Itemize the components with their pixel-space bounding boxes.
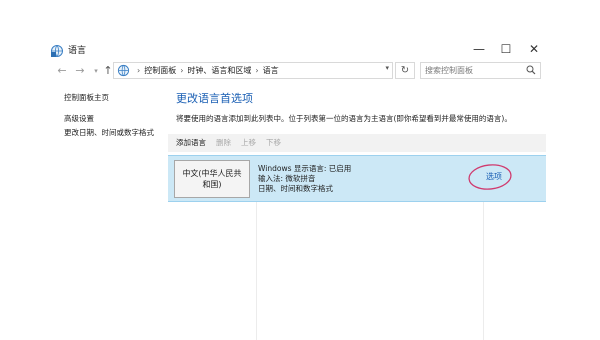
- move-down-button[interactable]: 下移: [266, 137, 281, 149]
- breadcrumb-control-panel[interactable]: 控制面板: [144, 65, 176, 76]
- page-title: 更改语言首选项: [176, 92, 253, 105]
- display-language-status: Windows 显示语言: 已启用: [258, 164, 352, 173]
- breadcrumb-separator: ›: [180, 66, 184, 75]
- back-arrow-icon[interactable]: ←: [54, 64, 70, 78]
- language-globe-icon: [51, 45, 63, 57]
- search-icon[interactable]: [526, 65, 536, 75]
- search-placeholder: 搜索控制面板: [425, 66, 473, 75]
- maximize-button[interactable]: ☐: [492, 38, 520, 60]
- language-toolbar: 添加语言 删除 上移 下移: [168, 134, 546, 152]
- control-panel-icon: [117, 64, 130, 77]
- minimize-button[interactable]: —: [465, 38, 493, 60]
- language-list-item[interactable]: 中文(中华人民共和国) Windows 显示语言: 已启用 输入法: 微软拼音 …: [168, 155, 546, 202]
- refresh-button[interactable]: ↻: [395, 62, 415, 79]
- forward-arrow-icon[interactable]: →: [72, 64, 88, 78]
- close-button[interactable]: ✕: [520, 38, 548, 60]
- language-details: Windows 显示语言: 已启用 输入法: 微软拼音 日期、时间和数字格式: [258, 164, 351, 194]
- breadcrumb-separator: ›: [255, 66, 259, 75]
- search-input[interactable]: 搜索控制面板: [420, 62, 541, 79]
- add-language-button[interactable]: 添加语言: [176, 137, 206, 149]
- options-link[interactable]: 选项: [486, 171, 502, 182]
- language-name: 中文(中华人民共和国): [174, 160, 250, 198]
- sidebar-item-advanced-settings[interactable]: 高级设置: [64, 113, 94, 124]
- breadcrumb-language[interactable]: 语言: [263, 65, 279, 76]
- address-bar[interactable]: › 控制面板 › 时钟、语言和区域 › 语言 ▾: [113, 62, 393, 79]
- input-method: 输入法: 微软拼音: [258, 174, 316, 183]
- window-title: 语言: [68, 46, 87, 56]
- column-divider: [256, 202, 257, 340]
- column-divider: [483, 202, 484, 340]
- breadcrumb-separator: ›: [137, 66, 141, 75]
- breadcrumb-clock-language-region[interactable]: 时钟、语言和区域: [187, 65, 251, 76]
- sidebar-item-control-panel-home[interactable]: 控制面板主页: [64, 92, 109, 103]
- sidebar-item-change-date-format[interactable]: 更改日期、时间或数字格式: [64, 127, 154, 138]
- move-up-button[interactable]: 上移: [241, 137, 256, 149]
- remove-language-button[interactable]: 删除: [216, 137, 231, 149]
- page-description: 将要使用的语言添加到此列表中。位于列表第一位的语言为主语言(即你希望看到并最常使…: [176, 114, 512, 123]
- address-dropdown-icon[interactable]: ▾: [385, 64, 389, 72]
- format-info: 日期、时间和数字格式: [258, 184, 333, 193]
